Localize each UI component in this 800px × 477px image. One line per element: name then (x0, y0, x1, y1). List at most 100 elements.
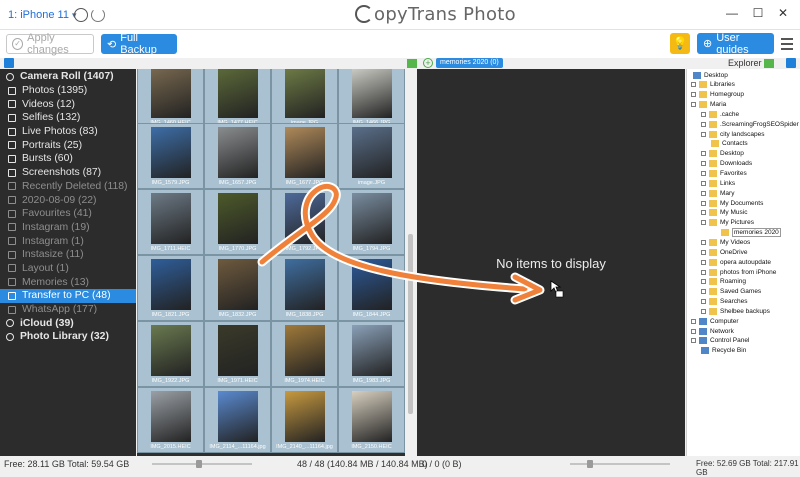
sidebar-album-item[interactable]: Videos (12) (0, 97, 136, 111)
zoom-slider-left[interactable] (152, 463, 252, 465)
sidebar-album-item[interactable]: Bursts (60) (0, 152, 136, 166)
expand-toggle-icon[interactable] (701, 180, 706, 186)
explorer-tree-item[interactable]: Shelbee backups (701, 306, 770, 316)
explorer-tree-item[interactable]: My Pictures (701, 218, 754, 228)
photo-thumbnail[interactable]: IMG_1844.JPG (338, 255, 405, 321)
explorer-tree-item[interactable]: Control Panel (691, 336, 749, 346)
explorer-tree-item[interactable]: My Music (701, 208, 747, 218)
expand-toggle-icon[interactable] (701, 161, 706, 167)
user-guides-button[interactable]: ⊕ User guides (697, 32, 774, 56)
photo-thumbnail[interactable]: IMG_1677.JPG (271, 123, 338, 189)
explorer-tree-item[interactable]: Links (701, 178, 735, 188)
sidebar-album-item[interactable]: Selfies (132) (0, 111, 136, 125)
photo-thumbnail[interactable]: IMG_1983.JPG (338, 321, 405, 387)
explorer-tree-item[interactable]: Maria (691, 100, 726, 110)
sidebar-album-item[interactable]: Instagram (1) (0, 234, 136, 248)
sidebar-album-item[interactable]: iCloud (39) (0, 316, 136, 330)
photo-thumbnail[interactable]: IMG_1971.HEIC (204, 321, 271, 387)
full-backup-button[interactable]: ⟲ Full Backup (101, 32, 177, 56)
explorer-tree-item[interactable]: OneDrive (701, 247, 747, 257)
minimize-button[interactable]: — (722, 6, 742, 20)
explorer-tree-item[interactable]: Computer (691, 316, 739, 326)
scrollbar-thumb[interactable] (408, 234, 413, 414)
explorer-tree-item[interactable]: photos from iPhone (701, 267, 776, 277)
apply-changes-button[interactable]: ✓ Apply changes (6, 32, 94, 56)
photo-thumbnail[interactable]: IMG_1821.JPG (137, 255, 204, 321)
sidebar-album-item[interactable]: WhatsApp (177) (0, 303, 136, 317)
refresh-icon[interactable] (91, 8, 105, 22)
expand-toggle-icon[interactable] (701, 249, 706, 255)
photo-thumbnail[interactable]: image.JPG (271, 69, 338, 129)
photo-thumbnail[interactable]: IMG_1832.JPG (204, 255, 271, 321)
expand-toggle-icon[interactable] (701, 190, 706, 196)
explorer-tree-item[interactable]: city landscapes (701, 129, 764, 139)
expand-toggle-icon[interactable] (691, 82, 696, 88)
expand-toggle-icon[interactable] (691, 318, 696, 324)
explorer-tree-item[interactable]: opera autoupdate (701, 257, 771, 267)
sidebar-album-item[interactable]: Instagram (19) (0, 221, 136, 235)
expand-toggle-icon[interactable] (691, 338, 696, 344)
photo-thumbnail[interactable]: IMG_2015.HEIC (137, 387, 204, 453)
zoom-slider-right-knob[interactable] (587, 460, 593, 468)
sidebar-album-item[interactable]: Layout (1) (0, 262, 136, 276)
maximize-button[interactable]: ☐ (748, 6, 768, 20)
explorer-tree-item[interactable]: My Videos (701, 237, 750, 247)
explorer-tree-item[interactable]: Libraries (691, 80, 735, 90)
sidebar-album-item[interactable]: Portraits (25) (0, 138, 136, 152)
explorer-tree-item[interactable]: Roaming (701, 277, 746, 287)
expand-toggle-icon[interactable] (701, 200, 706, 206)
eject-icon[interactable] (74, 8, 88, 22)
expand-toggle-icon[interactable] (701, 171, 706, 176)
sidebar-album-item[interactable]: Instasize (11) (0, 248, 136, 262)
explorer-tree-item[interactable]: Desktop (693, 70, 728, 80)
sidebar-album-item[interactable]: Photos (1395) (0, 84, 136, 98)
add-album-icon[interactable]: + (423, 58, 433, 68)
explorer-tree-item[interactable]: .ScreamingFrogSEOSpider (701, 119, 799, 129)
photo-thumbnail[interactable]: IMG_1792.JPG (271, 189, 338, 255)
album-drop-panel[interactable]: No items to display (417, 69, 685, 456)
sidebar-album-item[interactable]: Photo Library (32) (0, 330, 136, 344)
photo-thumbnail[interactable]: IMG_1922.JPG (137, 321, 204, 387)
expand-toggle-icon[interactable] (701, 121, 706, 127)
explorer-tree-item[interactable]: Favorites (701, 169, 747, 179)
collapse-right-icon[interactable] (786, 58, 796, 68)
tab-memories-2020[interactable]: memories 2020 (0) (436, 58, 503, 68)
sidebar-album-item[interactable]: Transfer to PC (48) (0, 289, 136, 303)
explorer-tree-item[interactable]: My Documents (701, 198, 763, 208)
explorer-tree-item[interactable]: .cache (701, 109, 739, 119)
grid-scrollbar[interactable] (405, 69, 416, 456)
photo-thumbnail[interactable]: IMG_2150.HEIC (338, 387, 405, 453)
sidebar-album-item[interactable]: Recently Deleted (118) (0, 180, 136, 194)
sidebar-album-item[interactable]: Camera Roll (1407) (0, 70, 136, 84)
close-button[interactable]: ✕ (773, 6, 793, 20)
explorer-tree-item[interactable]: Homegroup (691, 90, 744, 100)
expand-toggle-icon[interactable] (701, 308, 706, 314)
hamburger-menu-icon[interactable] (781, 38, 793, 53)
sidebar-album-item[interactable]: Favourites (41) (0, 207, 136, 221)
explorer-tree-item[interactable]: Downloads (701, 159, 752, 169)
photo-thumbnail[interactable]: IMG_1770.JPG (204, 189, 271, 255)
expand-toggle-icon[interactable] (701, 111, 706, 117)
expand-toggle-icon[interactable] (701, 259, 706, 265)
photo-thumbnail[interactable]: IMG_2114_...11164.jpg (204, 387, 271, 453)
sidebar-album-item[interactable]: Memories (13) (0, 275, 136, 289)
expand-toggle-icon[interactable] (691, 328, 696, 334)
sidebar-album-item[interactable]: Live Photos (83) (0, 125, 136, 139)
explorer-tree-item[interactable]: memories 2020 (711, 228, 781, 238)
sidebar-album-item[interactable]: Screenshots (87) (0, 166, 136, 180)
photo-thumbnail[interactable]: IMG_1477.HEIC (204, 69, 271, 129)
sidebar-album-item[interactable]: 2020-08-09 (22) (0, 193, 136, 207)
expand-toggle-icon[interactable] (701, 239, 706, 245)
photo-thumbnail[interactable]: IMG_1794.JPG (338, 189, 405, 255)
expand-toggle-icon[interactable] (701, 289, 706, 295)
collapse-left-icon[interactable] (4, 58, 14, 68)
expand-toggle-icon[interactable] (691, 92, 696, 98)
expand-toggle-icon[interactable] (701, 151, 706, 157)
expand-toggle-icon[interactable] (701, 269, 706, 275)
expand-toggle-icon[interactable] (701, 220, 706, 226)
zoom-slider-right[interactable] (570, 463, 670, 465)
explorer-tree-item[interactable]: Saved Games (701, 287, 761, 297)
expand-toggle-icon[interactable] (701, 279, 706, 285)
photo-thumbnail[interactable]: IMG_1466.JPG (338, 69, 405, 129)
expand-toggle-icon[interactable] (691, 102, 696, 108)
